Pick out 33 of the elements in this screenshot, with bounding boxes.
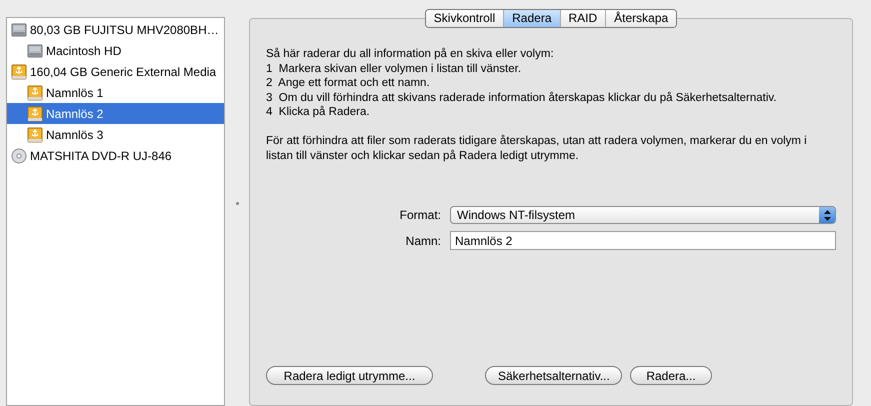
instruction-text: 2 Ange ett format och ett namn. bbox=[266, 76, 431, 90]
disk-list-item[interactable]: 160,04 GB Generic External Media bbox=[7, 61, 224, 82]
instruction-text: 1 Markera skivan eller volymen i listan till vänster. bbox=[266, 62, 522, 76]
disk-list-item[interactable]: Namnlös 1 bbox=[7, 82, 224, 103]
hard-drive-icon bbox=[11, 22, 27, 38]
disk-list-item[interactable]: Macintosh HD bbox=[7, 40, 224, 61]
erase-free-space-button[interactable]: Radera ledigt utrymme... bbox=[266, 366, 433, 385]
format-label: Format: bbox=[398, 207, 441, 224]
tab[interactable]: Radera bbox=[503, 10, 560, 27]
security-options-button[interactable]: Säkerhetsalternativ... bbox=[485, 366, 622, 385]
erase-button[interactable]: Radera... bbox=[630, 366, 712, 385]
name-label: Namn: bbox=[404, 232, 441, 250]
external-drive-icon bbox=[27, 106, 43, 122]
instruction-text: 4 Klicka på Radera. bbox=[266, 105, 371, 120]
split-handle-icon[interactable] bbox=[236, 202, 238, 204]
instruction-text: Så här raderar du all information på en skiva eller volym: bbox=[266, 47, 555, 62]
disk-list-item[interactable]: 80,03 GB FUJITSU MHV2080BH… bbox=[7, 19, 224, 40]
external-drive-icon bbox=[27, 84, 43, 100]
tab[interactable]: Återskapa bbox=[605, 10, 676, 27]
disk-list-item[interactable]: Namnlös 3 bbox=[7, 124, 224, 145]
format-popup[interactable]: Windows NT-filsystem bbox=[450, 206, 836, 224]
instruction-text: 3 Om du vill förhindra att skivans raderade information återskapas klickar du på Säkerhetsalternativ. bbox=[266, 90, 778, 105]
external-drive-icon bbox=[27, 126, 43, 142]
tab[interactable]: RAID bbox=[560, 10, 606, 27]
disc-icon bbox=[11, 148, 27, 164]
disk-list-item[interactable]: MATSHITA DVD-R UJ-846 bbox=[7, 145, 224, 166]
disk-list-item[interactable]: Namnlös 2 bbox=[7, 103, 224, 124]
external-drive-icon bbox=[11, 64, 27, 80]
hard-drive-icon bbox=[27, 42, 43, 58]
note-text: För att förhindra att filer som raderats tidigare återskapas, utan att radera volymen, markerar du en volym i listan till vänster och klickar sedan på Radera ledigt utrymme. bbox=[266, 134, 808, 163]
stepper-arrows-icon bbox=[819, 207, 835, 223]
name-field[interactable]: Namnlös 2 bbox=[450, 231, 836, 250]
tab[interactable]: Skivkontroll bbox=[426, 10, 504, 27]
